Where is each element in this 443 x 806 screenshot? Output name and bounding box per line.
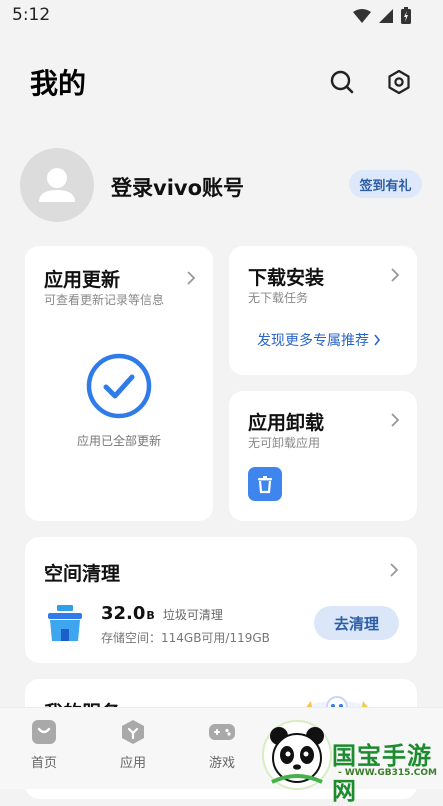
storage-junk-number: 32.0 — [101, 603, 146, 624]
apps-icon — [119, 718, 147, 746]
clean-button[interactable]: 去清理 — [314, 606, 399, 640]
wifi-icon — [353, 8, 371, 23]
uninstall-tile — [248, 467, 282, 501]
chevron-right-icon — [374, 334, 381, 346]
status-time: 5:12 — [12, 5, 51, 25]
storage-junk-label: 垃圾可清理 — [162, 608, 223, 622]
page-title: 我的 — [30, 67, 87, 100]
nav-apps-label: 应用 — [119, 756, 146, 771]
battery-icon — [401, 7, 411, 24]
status-bar: 5:12 — [0, 0, 443, 32]
check-circle-icon — [86, 353, 152, 419]
nav-apps[interactable]: 应用 — [103, 718, 163, 771]
discover-link-label: 发现更多专属推荐 — [257, 333, 369, 349]
chevron-right-icon — [391, 413, 400, 427]
app-update-subtitle: 可查看更新记录等信息 — [44, 293, 165, 307]
gamepad-icon — [208, 718, 236, 746]
settings-icon — [388, 69, 410, 95]
nav-games-label: 游戏 — [208, 756, 235, 771]
search-icon — [330, 70, 354, 94]
settings-button[interactable] — [381, 64, 417, 100]
uninstall-card[interactable]: 应用卸载 无可卸载应用 — [229, 391, 417, 521]
search-button[interactable] — [324, 64, 360, 100]
home-icon — [30, 718, 58, 746]
login-account-link[interactable]: 登录vivo账号 — [111, 172, 244, 202]
download-title: 下载安装 — [248, 267, 325, 289]
signin-reward-button[interactable]: 签到有礼 — [349, 170, 422, 198]
storage-junk-value: 32.0 B 垃圾可清理 — [101, 603, 223, 624]
storage-junk-unit: B — [146, 609, 155, 622]
watermark: 国宝手游网 - WWW.GB315.COM - — [262, 720, 443, 805]
download-install-card[interactable]: 下载安装 无下载任务 发现更多专属推荐 — [229, 246, 417, 375]
user-placeholder-icon — [39, 168, 75, 202]
chevron-right-icon — [390, 563, 399, 577]
uninstall-subtitle: 无可卸载应用 — [248, 436, 321, 450]
update-status-text: 应用已全部更新 — [76, 434, 161, 448]
nav-home[interactable]: 首页 — [14, 718, 74, 771]
download-subtitle: 无下载任务 — [248, 291, 309, 305]
uninstall-title: 应用卸载 — [248, 412, 325, 434]
storage-title: 空间清理 — [44, 563, 121, 585]
watermark-logo — [262, 720, 332, 790]
chevron-right-icon — [391, 268, 400, 282]
storage-capacity: 存储空间：114GB可用/119GB — [101, 631, 270, 645]
app-update-card[interactable]: 应用更新 可查看更新记录等信息 应用已全部更新 — [25, 246, 213, 521]
storage-clean-card[interactable]: 空间清理 32.0 B 垃圾可清理 存储空间：114GB可用/119GB 去清理 — [25, 537, 417, 663]
clean-house-icon — [48, 605, 82, 641]
trash-icon — [258, 476, 272, 494]
status-icons — [353, 7, 411, 24]
watermark-url: - WWW.GB315.COM - — [338, 768, 437, 788]
signal-icon — [379, 8, 393, 23]
chevron-right-icon — [187, 271, 196, 285]
avatar[interactable] — [20, 148, 94, 222]
panda-icon — [270, 727, 324, 784]
nav-games[interactable]: 游戏 — [192, 718, 252, 771]
discover-recommend-link[interactable]: 发现更多专属推荐 — [257, 330, 381, 350]
app-update-title: 应用更新 — [44, 269, 121, 291]
nav-home-label: 首页 — [30, 756, 57, 771]
